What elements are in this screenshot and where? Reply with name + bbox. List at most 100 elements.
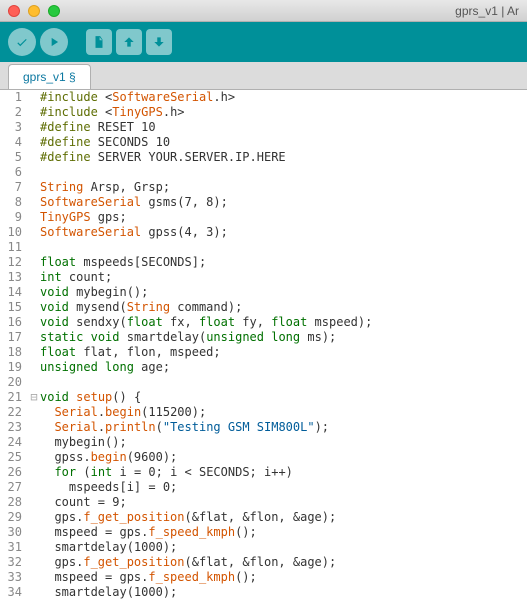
fold-icon — [28, 240, 40, 255]
code-content[interactable]: TinyGPS gps; — [40, 210, 527, 225]
code-line[interactable]: 25 gpss.begin(9600); — [0, 450, 527, 465]
code-content[interactable]: mspeed = gps.f_speed_kmph(); — [40, 525, 527, 540]
code-line[interactable]: 8SoftwareSerial gsms(7, 8); — [0, 195, 527, 210]
upload-button[interactable] — [40, 28, 68, 56]
code-line[interactable]: 3#define RESET 10 — [0, 120, 527, 135]
code-line[interactable]: 10SoftwareSerial gpss(4, 3); — [0, 225, 527, 240]
maximize-icon[interactable] — [48, 5, 60, 17]
code-line[interactable]: 16void sendxy(float fx, float fy, float … — [0, 315, 527, 330]
tabbar: gprs_v1 § — [0, 62, 527, 90]
code-line[interactable]: 9TinyGPS gps; — [0, 210, 527, 225]
code-content[interactable]: float mspeeds[SECONDS]; — [40, 255, 527, 270]
code-line[interactable]: 15void mysend(String command); — [0, 300, 527, 315]
code-line[interactable]: 24 mybegin(); — [0, 435, 527, 450]
code-content[interactable]: SoftwareSerial gpss(4, 3); — [40, 225, 527, 240]
code-content[interactable]: int count; — [40, 270, 527, 285]
arrow-down-icon — [152, 35, 166, 49]
code-line[interactable]: 5#define SERVER YOUR.SERVER.IP.HERE — [0, 150, 527, 165]
save-button[interactable] — [146, 29, 172, 55]
code-line[interactable]: 7 String Arsp, Grsp; — [0, 180, 527, 195]
code-content[interactable]: smartdelay(1000); — [40, 585, 527, 600]
fold-icon — [28, 375, 40, 390]
new-button[interactable] — [86, 29, 112, 55]
code-line[interactable]: 33 mspeed = gps.f_speed_kmph(); — [0, 570, 527, 585]
code-content[interactable]: for (int i = 0; i < SECONDS; i++) — [40, 465, 527, 480]
line-number: 25 — [0, 450, 28, 465]
code-content[interactable]: gps.f_get_position(&flat, &flon, &age); — [40, 555, 527, 570]
line-number: 34 — [0, 585, 28, 600]
tab-active[interactable]: gprs_v1 § — [8, 64, 91, 89]
code-content[interactable]: Serial.println("Testing GSM SIM800L"); — [40, 420, 527, 435]
code-content[interactable]: mspeed = gps.f_speed_kmph(); — [40, 570, 527, 585]
code-content[interactable]: static void smartdelay(unsigned long ms)… — [40, 330, 527, 345]
line-number: 32 — [0, 555, 28, 570]
code-content[interactable] — [40, 240, 527, 255]
close-icon[interactable] — [8, 5, 20, 17]
code-line[interactable]: 2#include <TinyGPS.h> — [0, 105, 527, 120]
titlebar: gprs_v1 | Ar — [0, 0, 527, 22]
code-line[interactable]: 22 Serial.begin(115200); — [0, 405, 527, 420]
code-content[interactable]: void mybegin(); — [40, 285, 527, 300]
code-content[interactable]: #include <TinyGPS.h> — [40, 105, 527, 120]
line-number: 19 — [0, 360, 28, 375]
code-line[interactable]: 28 count = 9; — [0, 495, 527, 510]
code-line[interactable]: 29 gps.f_get_position(&flat, &flon, &age… — [0, 510, 527, 525]
code-line[interactable]: 32 gps.f_get_position(&flat, &flon, &age… — [0, 555, 527, 570]
code-line[interactable]: 4#define SECONDS 10 — [0, 135, 527, 150]
code-editor[interactable]: 1#include <SoftwareSerial.h>2#include <T… — [0, 90, 527, 600]
code-content[interactable]: smartdelay(1000); — [40, 540, 527, 555]
code-content[interactable]: float flat, flon, mspeed; — [40, 345, 527, 360]
line-number: 21 — [0, 390, 28, 405]
code-line[interactable]: 31 smartdelay(1000); — [0, 540, 527, 555]
fold-icon — [28, 315, 40, 330]
code-content[interactable]: #define SERVER YOUR.SERVER.IP.HERE — [40, 150, 527, 165]
code-content[interactable]: #define SECONDS 10 — [40, 135, 527, 150]
code-content[interactable]: void setup() { — [40, 390, 527, 405]
fold-icon — [28, 180, 40, 195]
code-content[interactable]: mspeeds[i] = 0; — [40, 480, 527, 495]
code-content[interactable] — [40, 165, 527, 180]
fold-icon — [28, 450, 40, 465]
arrow-right-icon — [47, 35, 61, 49]
code-line[interactable]: 23 Serial.println("Testing GSM SIM800L")… — [0, 420, 527, 435]
code-content[interactable]: #include <SoftwareSerial.h> — [40, 90, 527, 105]
fold-icon — [28, 345, 40, 360]
code-content[interactable]: String Arsp, Grsp; — [40, 180, 527, 195]
fold-icon — [28, 135, 40, 150]
code-line[interactable]: 27 mspeeds[i] = 0; — [0, 480, 527, 495]
code-content[interactable]: Serial.begin(115200); — [40, 405, 527, 420]
code-line[interactable]: 20 — [0, 375, 527, 390]
fold-icon[interactable]: ⊟ — [28, 390, 40, 405]
code-content[interactable]: gps.f_get_position(&flat, &flon, &age); — [40, 510, 527, 525]
code-line[interactable]: 6 — [0, 165, 527, 180]
code-line[interactable]: 19 unsigned long age; — [0, 360, 527, 375]
code-line[interactable]: 17static void smartdelay(unsigned long m… — [0, 330, 527, 345]
code-content[interactable]: void sendxy(float fx, float fy, float ms… — [40, 315, 527, 330]
code-content[interactable]: gpss.begin(9600); — [40, 450, 527, 465]
code-line[interactable]: 21⊟void setup() { — [0, 390, 527, 405]
minimize-icon[interactable] — [28, 5, 40, 17]
open-button[interactable] — [116, 29, 142, 55]
code-line[interactable]: 11 — [0, 240, 527, 255]
code-content[interactable]: #define RESET 10 — [40, 120, 527, 135]
code-line[interactable]: 18float flat, flon, mspeed; — [0, 345, 527, 360]
code-line[interactable]: 12float mspeeds[SECONDS]; — [0, 255, 527, 270]
code-content[interactable]: SoftwareSerial gsms(7, 8); — [40, 195, 527, 210]
code-line[interactable]: 26 for (int i = 0; i < SECONDS; i++) — [0, 465, 527, 480]
code-line[interactable]: 1#include <SoftwareSerial.h> — [0, 90, 527, 105]
code-line[interactable]: 34 smartdelay(1000); — [0, 585, 527, 600]
code-content[interactable]: unsigned long age; — [40, 360, 527, 375]
fold-icon — [28, 570, 40, 585]
code-content[interactable]: count = 9; — [40, 495, 527, 510]
code-content[interactable]: mybegin(); — [40, 435, 527, 450]
code-line[interactable]: 30 mspeed = gps.f_speed_kmph(); — [0, 525, 527, 540]
verify-button[interactable] — [8, 28, 36, 56]
line-number: 7 — [0, 180, 28, 195]
code-line[interactable]: 13int count; — [0, 270, 527, 285]
fold-icon — [28, 525, 40, 540]
fold-icon — [28, 330, 40, 345]
code-content[interactable]: void mysend(String command); — [40, 300, 527, 315]
code-line[interactable]: 14void mybegin(); — [0, 285, 527, 300]
line-number: 29 — [0, 510, 28, 525]
code-content[interactable] — [40, 375, 527, 390]
